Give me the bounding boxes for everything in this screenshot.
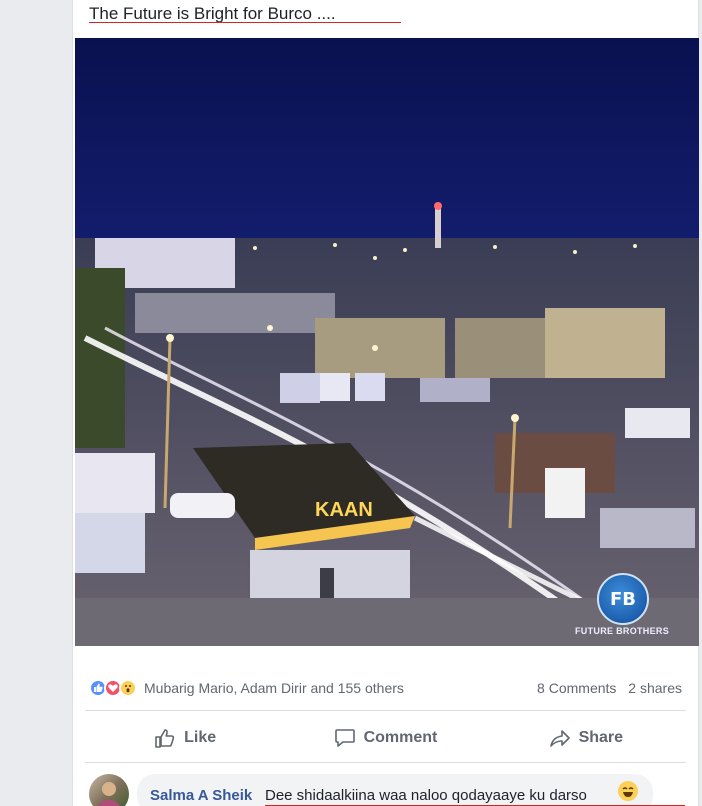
shares-count[interactable]: 2 shares [628,680,682,696]
engagement-counts: 8 Comments 2 shares [537,680,682,696]
share-icon [549,730,570,747]
share-button[interactable]: Share [486,718,686,758]
comment-icon [334,729,355,747]
divider-bottom [85,762,686,763]
like-label: Like [184,729,217,746]
divider-top [85,710,686,711]
post-card: The Future is Bright for Burco .... KAAN… [72,0,699,806]
post-text: The Future is Bright for Burco .... [89,4,336,23]
action-bar: Like Comment Share [85,718,686,758]
comment-label: Comment [363,729,438,746]
thumbs-up-icon [155,729,175,748]
avatar[interactable] [89,774,129,806]
comment-button[interactable]: Comment [285,718,485,758]
comment-text: Dee shidaalkiina waa naloo qodayaaye ku … [265,787,587,804]
post-photo[interactable]: KAAN FB FUTURE BROTHERS [75,38,699,646]
share-label: Share [578,729,624,746]
spellcheck-underline [89,22,401,23]
kaan-sign: KAAN [315,499,373,521]
future-brothers-logo: FB [597,573,649,625]
watermark-text: FUTURE BROTHERS [575,626,669,636]
reactors-text[interactable]: Mubarig Mario, Adam Dirir and 155 others [144,680,404,696]
night-city-image: KAAN [75,38,699,646]
left-background [0,0,72,806]
wow-reaction-icon [119,679,137,697]
comment-author[interactable]: Salma A Sheik [150,787,252,804]
comments-count[interactable]: 8 Comments [537,680,616,696]
grin-emoji-icon [618,781,638,801]
like-button[interactable]: Like [85,718,285,758]
reaction-summary[interactable]: Mubarig Mario, Adam Dirir and 155 others [89,677,404,699]
